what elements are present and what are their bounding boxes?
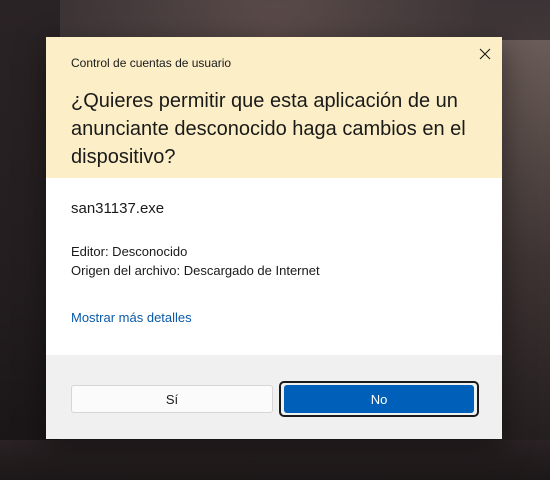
close-icon [479,48,491,60]
close-button[interactable] [474,43,496,65]
dialog-app-title: Control de cuentas de usuario [71,56,232,70]
dialog-header: Control de cuentas de usuario ¿Quieres p… [46,37,502,178]
no-button[interactable]: No [284,385,474,413]
yes-button[interactable]: Sí [71,385,273,413]
show-more-details-link[interactable]: Mostrar más detalles [71,310,192,325]
file-origin-info: Origen del archivo: Descargado de Intern… [71,263,320,278]
publisher-info: Editor: Desconocido [71,244,188,259]
program-name: san31137.exe [71,200,165,217]
uac-dialog: Control de cuentas de usuario ¿Quieres p… [46,37,502,439]
dialog-question: ¿Quieres permitir que esta aplicación de… [71,90,466,168]
dialog-body: san31137.exe Editor: Desconocido Origen … [46,178,502,355]
dialog-footer: Sí No [46,355,502,439]
background-shore [0,440,550,480]
